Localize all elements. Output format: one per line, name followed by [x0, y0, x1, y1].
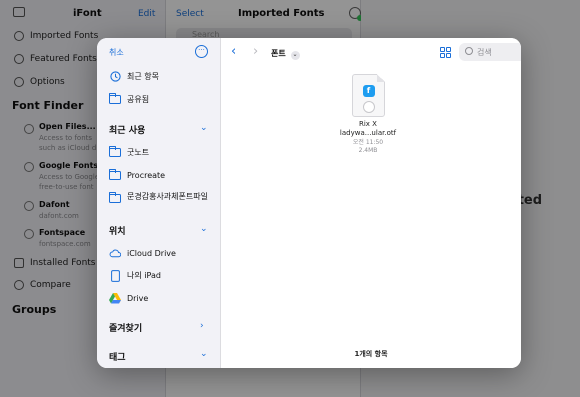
chevron-down-icon: ⌄ [290, 51, 300, 60]
sidebar-item-label: Drive [127, 294, 149, 303]
sidebar-item-label: 굿노트 [127, 148, 150, 157]
sidebar-item-folder[interactable]: 문경감홍사과체폰트파일 [109, 191, 217, 204]
file-name-line1: Rix X [359, 120, 377, 128]
sidebar-item-label: iCloud Drive [127, 249, 176, 258]
ipad-icon [109, 269, 121, 282]
recent-tags-heading: 최근 사용 [109, 126, 146, 136]
chevron-down-icon[interactable]: ⌄ [200, 224, 208, 234]
search-icon [465, 47, 473, 55]
file-size: 2.4MB [358, 147, 378, 154]
sidebar-item-label: 나의 iPad [127, 271, 161, 280]
tags-heading: 태그 [109, 353, 126, 363]
file-picker-dialog: 취소 ··· 최근 항목 공유됨 최근 사용 ⌄ 굿노트 Procreate 문… [97, 38, 521, 368]
download-status-icon [362, 101, 375, 113]
locations-heading: 위치 [109, 227, 126, 237]
file-time: 오전 11:50 [352, 139, 384, 146]
grid-view-icon[interactable] [440, 47, 451, 58]
current-folder-title[interactable]: 폰트 ⌄ [271, 48, 300, 60]
file-item[interactable]: f Rix X ladywa...ular.otf 오전 11:50 2.4MB [333, 74, 403, 155]
sidebar-item-ipad[interactable]: 나의 iPad [109, 269, 161, 282]
folder-icon [109, 146, 121, 158]
picker-search-input[interactable]: 검색 [459, 43, 521, 61]
sidebar-item-label: 공유됨 [127, 95, 150, 104]
sidebar-item-recents[interactable]: 최근 항목 [109, 71, 159, 82]
picker-sidebar: 취소 ··· 최근 항목 공유됨 최근 사용 ⌄ 굿노트 Procreate 문… [97, 38, 221, 368]
folder-icon [109, 169, 121, 181]
item-count: 1개의 항목 [354, 350, 388, 358]
sidebar-item-label: Procreate [127, 171, 166, 180]
font-file-icon: f [351, 74, 385, 117]
sidebar-item-label: 문경감홍사과체폰트파일 [127, 192, 208, 201]
file-name-line2: ladywa...ular.otf [339, 129, 397, 137]
search-placeholder: 검색 [477, 48, 492, 57]
font-app-badge-icon: f [362, 85, 375, 97]
folder-title-label: 폰트 [271, 49, 286, 58]
forward-button-icon[interactable]: › [253, 44, 258, 59]
sidebar-item-label: 최근 항목 [127, 72, 159, 81]
favorites-heading: 즐겨찾기 [109, 324, 143, 334]
more-options-icon[interactable]: ··· [195, 45, 208, 58]
sidebar-item-drive[interactable]: Drive [109, 293, 148, 304]
folder-icon [109, 192, 121, 204]
chevron-down-icon[interactable]: ⌄ [200, 123, 208, 133]
picker-browser: ‹ › 폰트 ⌄ 검색 열기 f Rix X ladywa...ular.otf… [221, 38, 521, 368]
chevron-right-icon[interactable]: › [200, 321, 204, 331]
sidebar-item-icloud[interactable]: iCloud Drive [109, 248, 176, 259]
chevron-down-icon[interactable]: ⌄ [200, 349, 208, 359]
back-button-icon[interactable]: ‹ [231, 44, 236, 59]
shared-folder-icon [109, 93, 121, 105]
sidebar-item-folder[interactable]: 굿노트 [109, 146, 150, 158]
sidebar-item-shared[interactable]: 공유됨 [109, 93, 150, 105]
cancel-button[interactable]: 취소 [109, 47, 124, 58]
clock-icon [109, 71, 121, 82]
sidebar-item-folder[interactable]: Procreate [109, 169, 166, 181]
google-drive-icon [109, 293, 121, 304]
cloud-icon [109, 248, 121, 259]
